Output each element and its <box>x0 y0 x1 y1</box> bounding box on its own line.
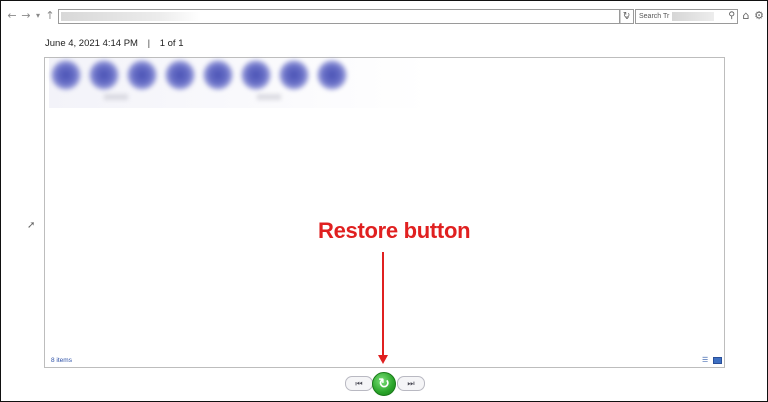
restore-button[interactable]: ↻ <box>372 372 396 396</box>
recent-locations-dropdown-icon[interactable]: ▾ <box>32 8 44 24</box>
backup-date: June 4, 2021 4:14 PM <box>45 38 138 49</box>
previous-version-button[interactable]: ⏮ <box>345 376 373 391</box>
settings-gear-icon[interactable]: ⚙ <box>753 8 765 24</box>
search-placeholder: Search Tr <box>639 13 670 20</box>
file-thumbnail[interactable] <box>317 60 347 90</box>
back-arrow-icon[interactable]: ← <box>6 8 18 24</box>
search-icon[interactable]: ⚲ <box>728 10 735 23</box>
details-view-icon[interactable]: ☰ <box>702 357 711 364</box>
file-thumbnail[interactable] <box>51 60 81 90</box>
file-thumbnail[interactable] <box>165 60 195 90</box>
file-thumbnail[interactable] <box>241 60 271 90</box>
annotation-arrow-head <box>378 355 388 364</box>
large-icons-view-icon[interactable] <box>713 357 722 364</box>
annotation-label: Restore button <box>318 218 471 243</box>
home-icon[interactable]: ⌂ <box>740 8 752 24</box>
file-label-redacted <box>104 94 128 100</box>
toolbar: ← → ▾ ↑ ⌄ ↻ Search Tr ⚲ ⌂ ⚙ <box>0 8 768 24</box>
address-bar[interactable]: ⌄ <box>58 9 634 24</box>
page-indicator: 1 of 1 <box>159 38 184 49</box>
separator: | <box>147 38 151 49</box>
backup-info: June 4, 2021 4:14 PM | 1 of 1 <box>45 38 184 49</box>
items-count: 8 items <box>51 357 72 364</box>
file-thumbnail[interactable] <box>127 60 157 90</box>
forward-arrow-icon[interactable]: → <box>20 8 32 24</box>
file-label-redacted <box>257 94 281 100</box>
search-input[interactable]: Search Tr ⚲ <box>635 9 738 24</box>
thumbnail-strip <box>49 58 429 108</box>
next-version-button[interactable]: ⏭ <box>397 376 425 391</box>
annotation-arrow-line <box>382 252 384 358</box>
mouse-cursor-icon: ➚ <box>27 220 36 231</box>
refresh-icon[interactable]: ↻ <box>619 9 634 24</box>
file-thumbnail[interactable] <box>89 60 119 90</box>
file-thumbnail[interactable] <box>203 60 233 90</box>
search-placeholder-redacted <box>672 12 714 21</box>
file-preview-panel: 8 items ☰ <box>44 57 725 368</box>
up-arrow-icon[interactable]: ↑ <box>44 8 56 24</box>
address-path-redacted <box>61 12 201 21</box>
file-thumbnail[interactable] <box>279 60 309 90</box>
